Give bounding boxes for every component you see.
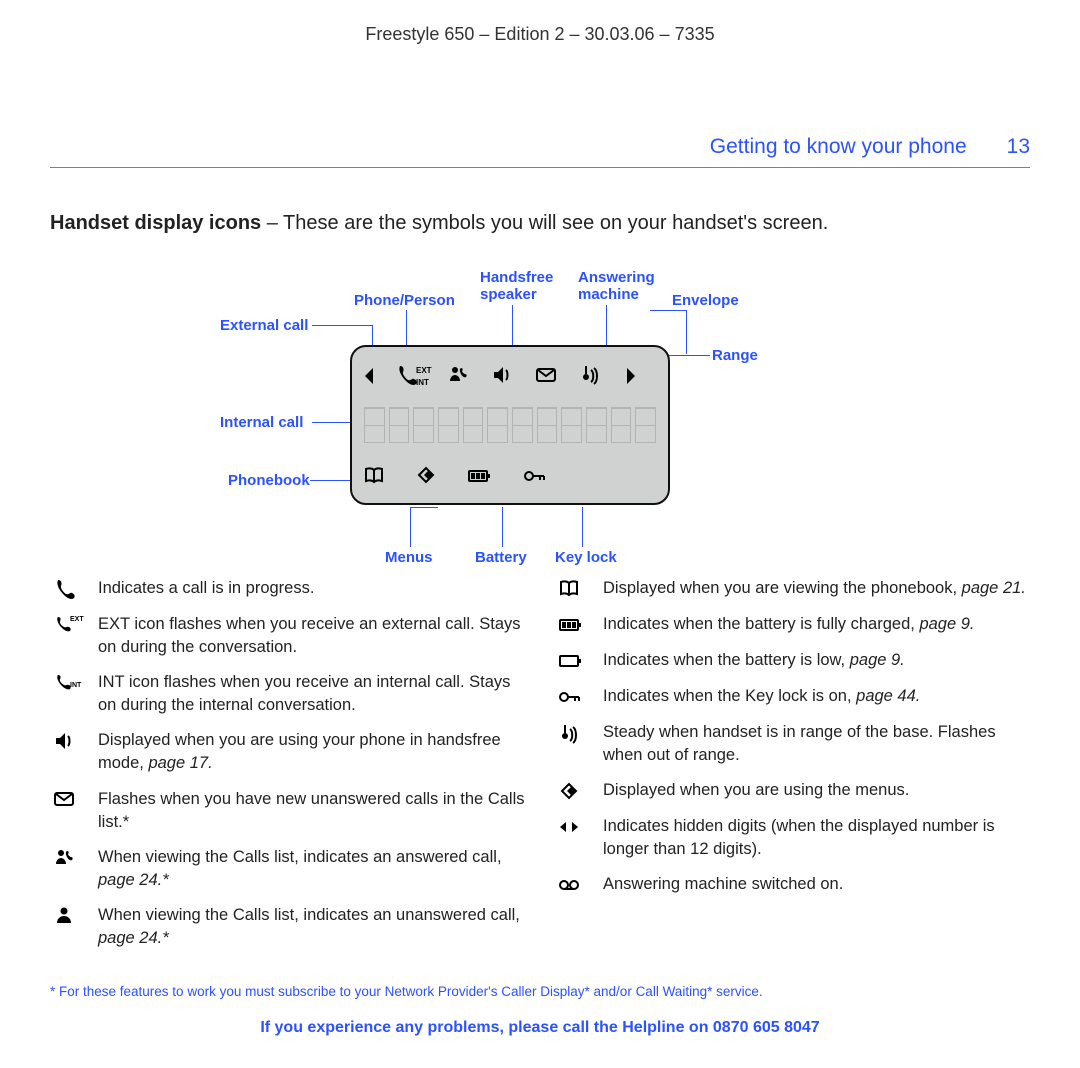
footnote: * For these features to work you must su…	[50, 984, 1030, 999]
lcd-diagram: External call Internal call Phonebook Ph…	[50, 257, 1030, 577]
legend-item: Displayed when you are viewing the phone…	[555, 577, 1030, 601]
legend-text: Indicates a call is in progress.	[98, 577, 314, 601]
legend-text: EXT icon flashes when you receive an ext…	[98, 613, 525, 659]
svg-text:INT: INT	[416, 378, 429, 387]
legend-text: When viewing the Calls list, indicates a…	[98, 904, 525, 950]
legend-text: Indicates when the Key lock is on, page …	[603, 685, 920, 709]
legend-text: Displayed when you are using your phone …	[98, 729, 525, 775]
page-number: 13	[1007, 135, 1030, 159]
envelope-icon	[536, 366, 558, 386]
section-title: Getting to know your phone	[710, 135, 967, 159]
label-keylock: Key lock	[555, 549, 617, 566]
running-head: Getting to know your phone 13	[50, 135, 1030, 168]
person-icon	[50, 904, 84, 950]
intro-line: Handset display icons – These are the sy…	[50, 210, 1030, 237]
book-icon	[555, 577, 589, 601]
label-handsfree: Handsfree speaker	[480, 269, 560, 303]
doc-header: Freestyle 650 – Edition 2 – 30.03.06 – 7…	[0, 0, 1080, 45]
legend-text: Displayed when you are viewing the phone…	[603, 577, 1026, 601]
legend-item: Displayed when you are using the menus.	[555, 779, 1030, 803]
legend-item: Flashes when you have new unanswered cal…	[50, 788, 525, 834]
svg-text:EXT: EXT	[416, 366, 432, 375]
legend-text: Answering machine switched on.	[603, 873, 843, 897]
intro-rest: – These are the symbols you will see on …	[261, 212, 828, 234]
tape-icon	[555, 873, 589, 897]
legend-text: Indicates hidden digits (when the displa…	[603, 815, 1030, 861]
legend-item: INT icon flashes when you receive an int…	[50, 671, 525, 717]
label-answering: Answering machine	[578, 269, 658, 303]
label-phonebook: Phonebook	[228, 472, 310, 489]
menu-icon	[416, 465, 438, 487]
envelope-icon	[50, 788, 84, 834]
helpline-number: 0870 605 8047	[713, 1019, 820, 1036]
legend-text: Flashes when you have new unanswered cal…	[98, 788, 525, 834]
int-icon	[50, 671, 84, 717]
key-icon	[524, 466, 548, 486]
helpline-text: If you experience any problems, please c…	[260, 1019, 713, 1036]
legend-text: INT icon flashes when you receive an int…	[98, 671, 525, 717]
legend-item: Displayed when you are using your phone …	[50, 729, 525, 775]
legend-text: Indicates when the battery is fully char…	[603, 613, 975, 637]
legend-text: Indicates when the battery is low, page …	[603, 649, 905, 673]
menu-icon	[555, 779, 589, 803]
intro-bold: Handset display icons	[50, 212, 261, 234]
legend-item: Indicates when the battery is low, page …	[555, 649, 1030, 673]
legend-text: Displayed when you are using the menus.	[603, 779, 909, 803]
label-phone-person: Phone/Person	[354, 292, 455, 309]
call-ext-int-icon: EXTINT	[396, 365, 426, 387]
legend-item: Steady when handset is in range of the b…	[555, 721, 1030, 767]
person-phone-icon	[448, 365, 470, 387]
legend-text: Steady when handset is in range of the b…	[603, 721, 1030, 767]
legend-item: EXT icon flashes when you receive an ext…	[50, 613, 525, 659]
legend-text: When viewing the Calls list, indicates a…	[98, 846, 525, 892]
call-icon	[50, 577, 84, 601]
legend-item: When viewing the Calls list, indicates a…	[50, 846, 525, 892]
arrows-icon	[555, 815, 589, 861]
helpline: If you experience any problems, please c…	[50, 1019, 1030, 1037]
lcd-panel: EXT INT	[350, 345, 670, 505]
label-internal-call: Internal call	[220, 414, 303, 431]
range-icon	[580, 364, 604, 388]
ext-icon	[50, 613, 84, 659]
batt-full-icon	[555, 613, 589, 637]
range-icon	[555, 721, 589, 767]
batt-low-icon	[555, 649, 589, 673]
triangle-left-icon	[364, 366, 374, 386]
legend-item: Indicates when the Key lock is on, page …	[555, 685, 1030, 709]
person-phone-icon	[50, 846, 84, 892]
legend-item: Indicates hidden digits (when the displa…	[555, 815, 1030, 861]
legend-item: Indicates a call is in progress.	[50, 577, 525, 601]
speaker-icon	[50, 729, 84, 775]
icon-legend: Indicates a call is in progress. EXT icon…	[50, 577, 1030, 962]
label-envelope: Envelope	[672, 292, 739, 309]
book-icon	[364, 466, 386, 486]
triangle-right-icon	[626, 366, 636, 386]
key-icon	[555, 685, 589, 709]
label-battery: Battery	[475, 549, 527, 566]
battery-full-icon	[468, 466, 494, 486]
lcd-digits	[364, 407, 656, 443]
legend-item: Answering machine switched on.	[555, 873, 1030, 897]
label-range: Range	[712, 347, 758, 364]
legend-item: Indicates when the battery is fully char…	[555, 613, 1030, 637]
speaker-icon	[492, 365, 514, 387]
legend-item: When viewing the Calls list, indicates a…	[50, 904, 525, 950]
label-external-call: External call	[220, 317, 308, 334]
label-menus: Menus	[385, 549, 433, 566]
